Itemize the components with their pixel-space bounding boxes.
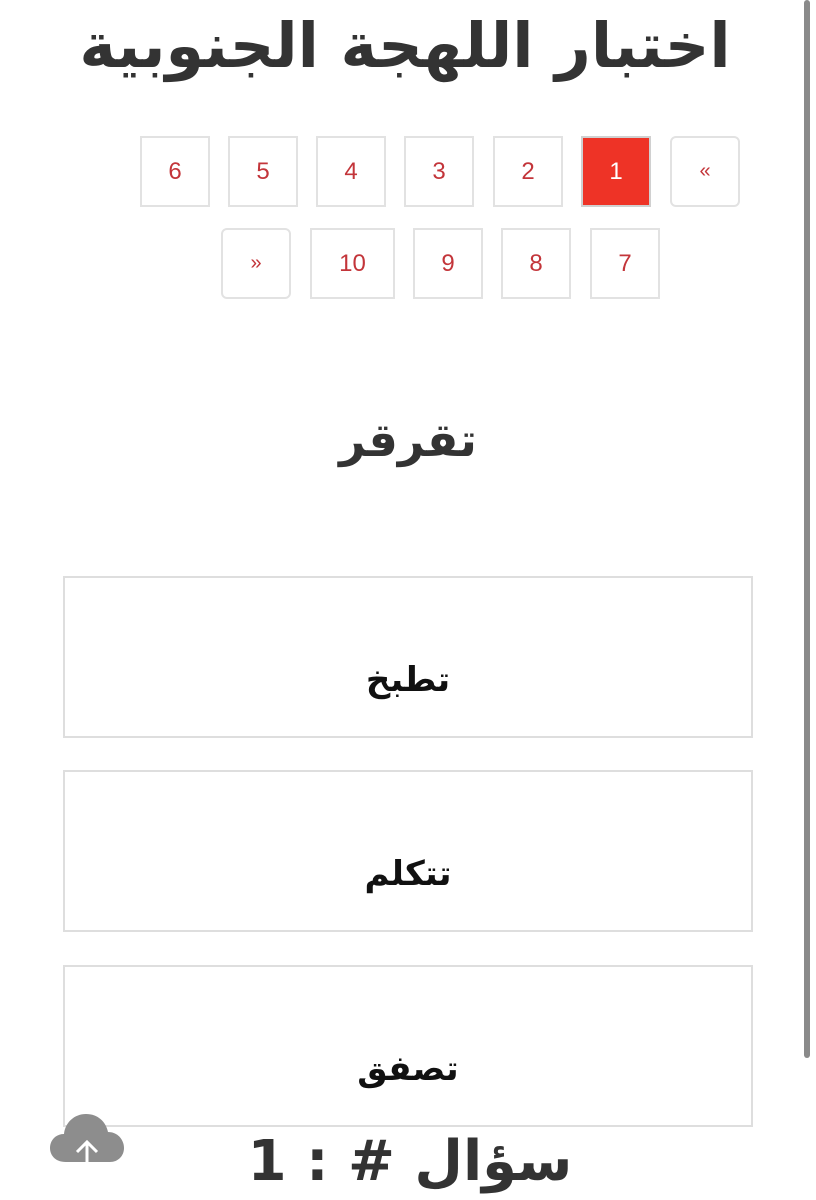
page-prev-button[interactable]: «	[670, 136, 740, 207]
answer-option-label: تطبخ	[365, 660, 451, 700]
question-word: تقرقر	[339, 413, 477, 467]
page-7-button[interactable]: 7	[590, 228, 660, 299]
answer-option-label: تصفق	[357, 1049, 459, 1089]
answer-option-2[interactable]: تتكلم	[63, 770, 753, 932]
page-title: اختبار اللهجة الجنوبية	[79, 9, 731, 82]
answer-option-3[interactable]: تصفق	[63, 965, 753, 1127]
page-4-button[interactable]: 4	[316, 136, 386, 207]
scrollbar[interactable]	[804, 0, 810, 1058]
page-10-button[interactable]: 10	[310, 228, 395, 299]
page-next-button[interactable]: »	[221, 228, 291, 299]
page-2-button[interactable]: 2	[493, 136, 563, 207]
answer-option-1[interactable]: تطبخ	[63, 576, 753, 738]
question-counter: سؤال # : 1	[247, 1129, 573, 1194]
answer-option-label: تتكلم	[364, 854, 452, 894]
page-9-button[interactable]: 9	[413, 228, 483, 299]
page-5-button[interactable]: 5	[228, 136, 298, 207]
page-6-button[interactable]: 6	[140, 136, 210, 207]
page-8-button[interactable]: 8	[501, 228, 571, 299]
page-3-button[interactable]: 3	[404, 136, 474, 207]
page-1-button[interactable]: 1	[581, 136, 651, 207]
cloud-upload-icon[interactable]	[48, 1110, 126, 1180]
